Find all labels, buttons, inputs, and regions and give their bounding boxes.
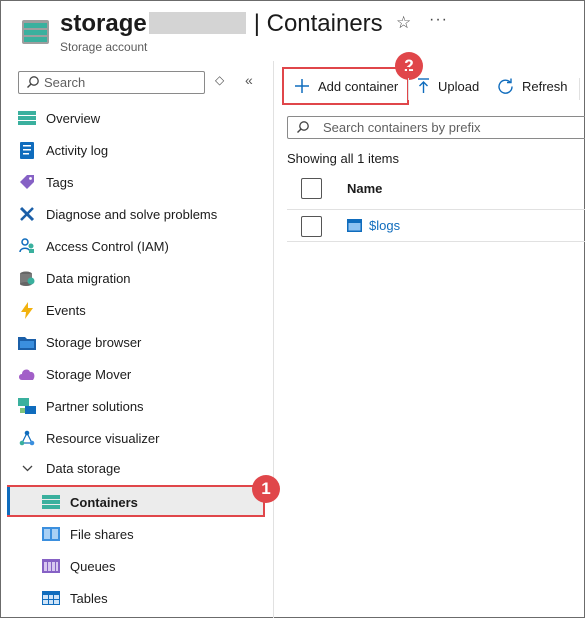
sidebar-item-label: Overview [46, 110, 101, 126]
sidebar-item-storage-browser[interactable]: Storage browser [18, 326, 268, 358]
table-row[interactable]: $logs [347, 218, 400, 233]
sidebar-item-label: Containers [70, 494, 138, 510]
sidebar-item-label: Activity log [46, 142, 109, 158]
row-checkbox[interactable] [301, 216, 322, 237]
sidebar-item-tags[interactable]: Tags [18, 166, 268, 198]
containers-icon [42, 493, 60, 511]
sidebar-item-label: Resource visualizer [46, 430, 160, 446]
resource-type: Storage account [60, 40, 148, 54]
folder-icon [18, 333, 36, 351]
sidebar-item-queues[interactable]: Queues [42, 550, 292, 582]
sidebar-item-events[interactable]: Events [18, 294, 268, 326]
sidebar-item-label: Events [46, 302, 86, 318]
sidebar-item-storage-mover[interactable]: Storage Mover [18, 358, 268, 390]
item-count-text: Showing all 1 items [287, 151, 399, 166]
chevron-down-icon [18, 459, 36, 477]
toolbar-divider [408, 78, 409, 100]
sidebar-item-label: Data migration [46, 270, 131, 286]
collapse-sidebar-icon[interactable]: « [245, 72, 253, 88]
select-all-checkbox[interactable] [301, 178, 322, 199]
partner-icon [18, 397, 36, 415]
data-migration-icon [18, 269, 36, 287]
sidebar-item-iam[interactable]: Access Control (IAM) [18, 230, 268, 262]
refresh-button[interactable]: Refresh [497, 78, 568, 95]
tables-icon [42, 589, 60, 607]
cloud-icon [18, 365, 36, 383]
sidebar-item-diagnose[interactable]: Diagnose and solve problems [18, 198, 268, 230]
page-name: | Containers [253, 10, 383, 37]
container-search-placeholder: Search containers by prefix [323, 120, 481, 135]
tag-icon [18, 173, 36, 191]
add-container-button[interactable]: Add container [294, 78, 398, 94]
storage-account-icon [22, 20, 49, 44]
sidebar-item-label: Storage browser [46, 334, 142, 350]
column-header-name[interactable]: Name [347, 181, 382, 196]
resource-name: storage [60, 10, 147, 37]
sidebar-item-label: Diagnose and solve problems [46, 206, 218, 222]
step-badge-1: 1 [252, 475, 280, 503]
sidebar-item-activity-log[interactable]: Activity log [18, 134, 268, 166]
sidebar-item-label: File shares [70, 526, 134, 542]
wrench-icon [18, 205, 36, 223]
refresh-icon [497, 78, 514, 95]
sidebar-item-file-shares[interactable]: File shares [42, 518, 292, 550]
refresh-label: Refresh [522, 79, 568, 94]
container-name-link[interactable]: $logs [369, 218, 400, 233]
sidebar-item-label: Access Control (IAM) [46, 238, 169, 254]
file-shares-icon [42, 525, 60, 543]
queues-icon [42, 557, 60, 575]
sidebar-item-label: Storage Mover [46, 366, 132, 382]
toolbar-divider [579, 78, 580, 100]
sidebar-item-tables[interactable]: Tables [42, 582, 292, 614]
container-search-input[interactable]: Search containers by prefix [287, 116, 585, 139]
people-icon [18, 237, 36, 255]
page-title: storage | Containers [60, 9, 383, 39]
activity-log-icon [18, 141, 36, 159]
sidebar-divider [273, 61, 274, 618]
sidebar-item-data-migration[interactable]: Data migration [18, 262, 268, 294]
add-container-label: Add container [318, 78, 399, 94]
search-icon [27, 76, 39, 88]
search-icon [297, 121, 309, 133]
lightning-icon [18, 301, 36, 319]
upload-button[interactable]: Upload [417, 78, 479, 94]
header-divider [287, 209, 585, 210]
upload-label: Upload [438, 78, 480, 94]
sidebar-item-label: Tables [70, 590, 108, 606]
sidebar-item-label: Tags [46, 174, 74, 190]
sidebar-item-label: Partner solutions [46, 398, 144, 414]
sidebar-group-label: Data storage [46, 460, 121, 476]
sidebar-item-resource-visualizer[interactable]: Resource visualizer [18, 422, 268, 454]
sort-toggle-icon[interactable]: ◇ [215, 73, 224, 87]
sidebar-group-data-storage[interactable]: Data storage [18, 452, 268, 484]
selected-indicator [7, 487, 10, 515]
sidebar-search-placeholder: Search [44, 75, 86, 90]
sidebar-item-overview[interactable]: Overview [18, 102, 268, 134]
sidebar-search-input[interactable]: Search [18, 71, 205, 94]
container-icon [347, 219, 362, 232]
redacted-name [148, 12, 246, 34]
star-icon[interactable]: ☆ [396, 13, 411, 33]
upload-icon [417, 78, 430, 94]
row-divider [287, 241, 585, 242]
sidebar-item-partner-solutions[interactable]: Partner solutions [18, 390, 268, 422]
ellipsis-icon[interactable]: ··· [429, 11, 448, 29]
sidebar-item-label: Queues [70, 558, 116, 574]
overview-icon [18, 109, 36, 127]
graph-icon [18, 429, 36, 447]
plus-icon [294, 78, 310, 94]
